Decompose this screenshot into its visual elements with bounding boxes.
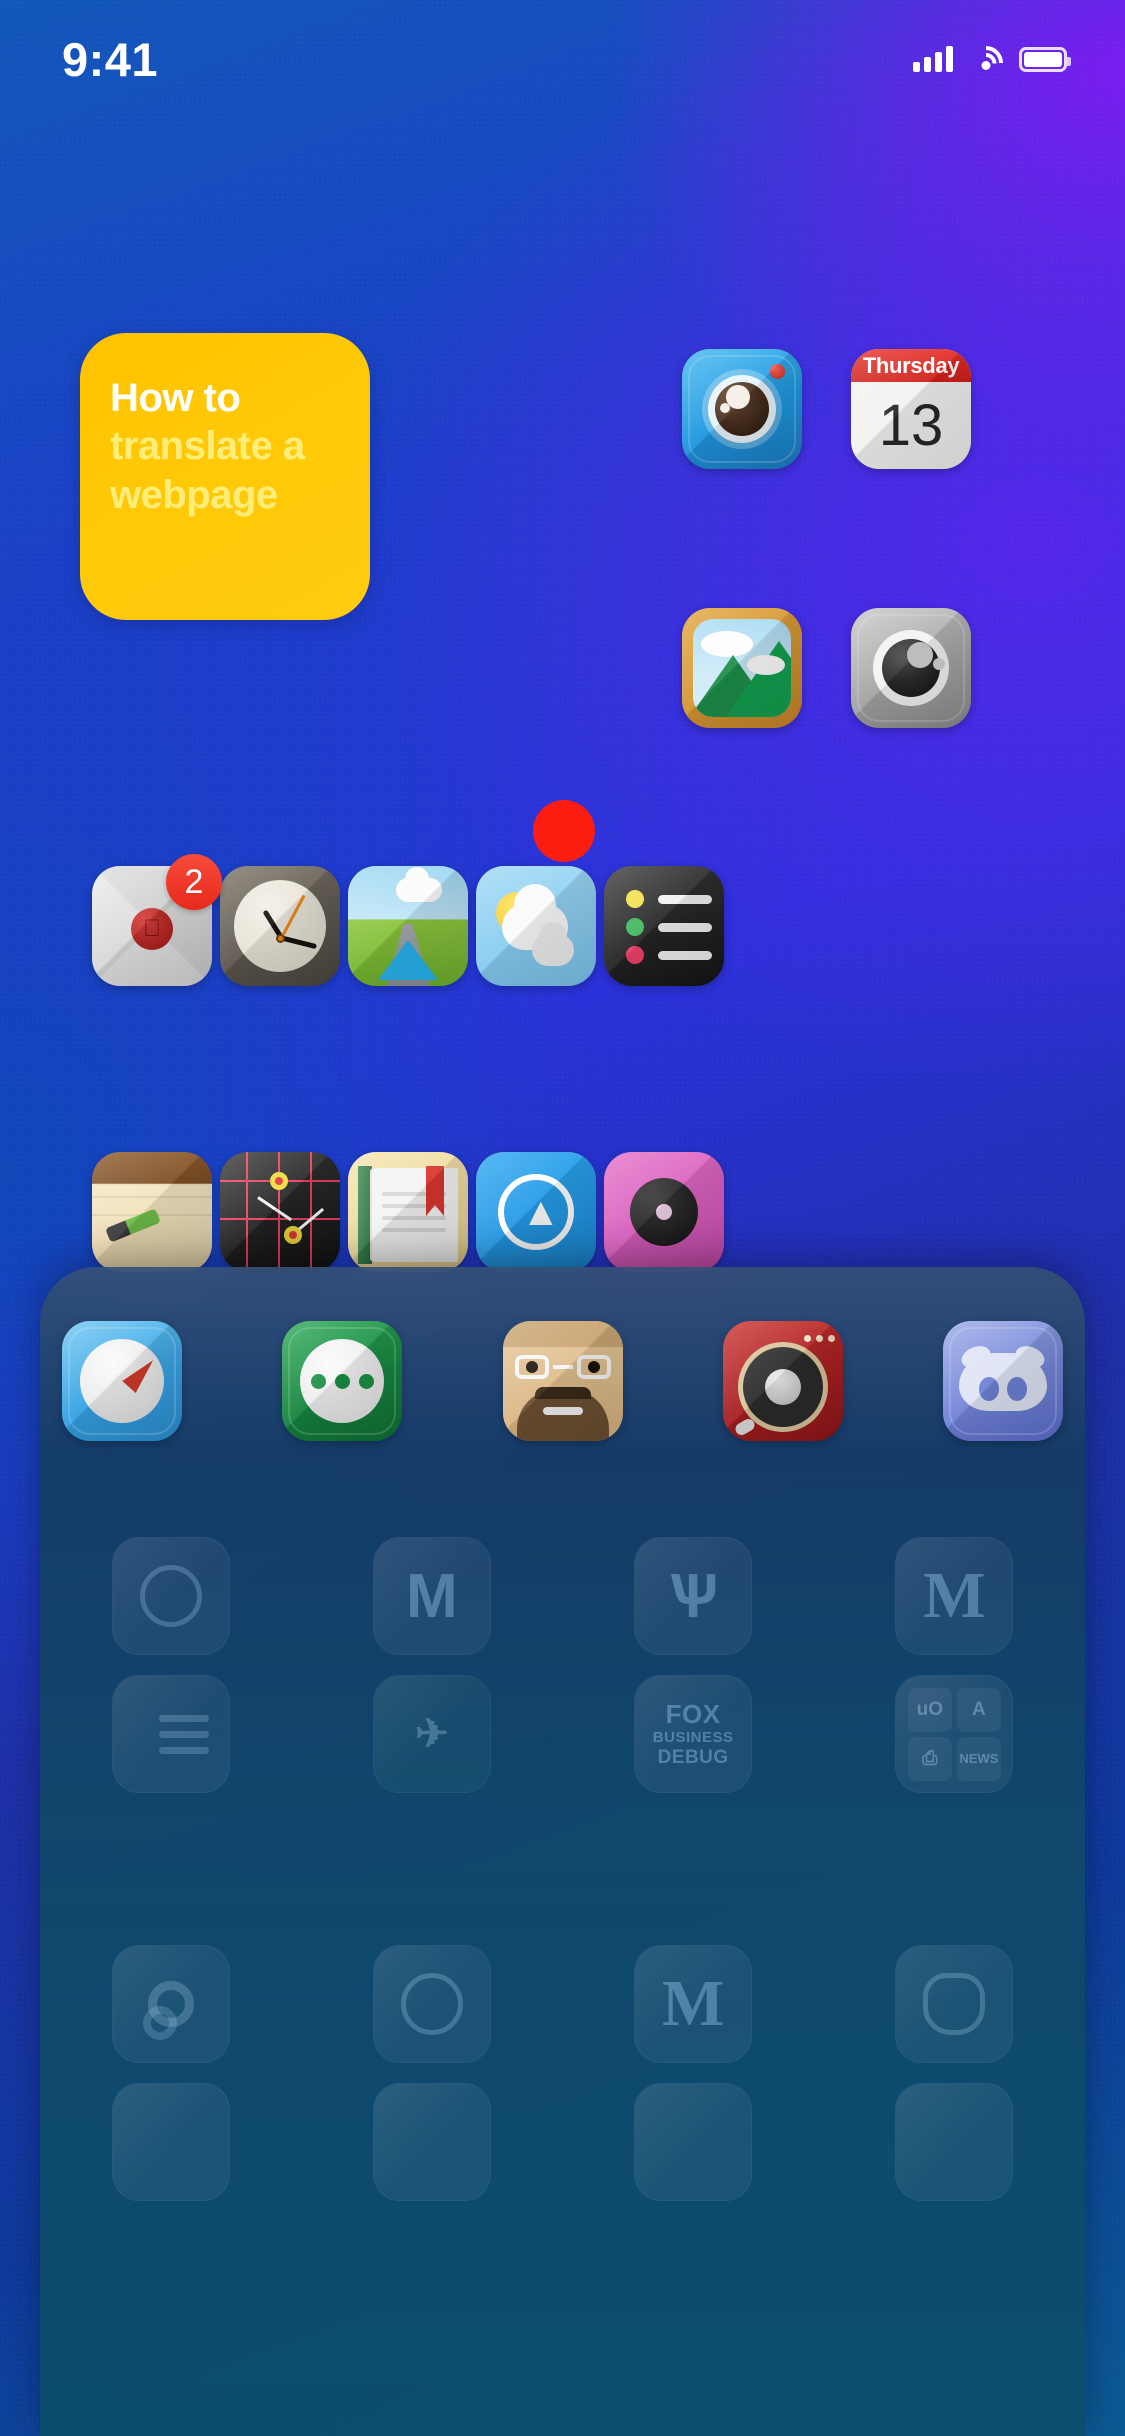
bg-app-row4-3[interactable] (634, 2083, 752, 2201)
bg-app-gmail[interactable]: M (373, 1537, 491, 1655)
bg-app-folder[interactable]: uO A ⎙ NEWS (895, 1675, 1013, 1793)
widget-line-2: translate a (110, 422, 342, 471)
app-icon-photos[interactable] (682, 608, 802, 728)
list-icon (133, 1706, 209, 1763)
app-icon-music-pink[interactable] (604, 1152, 724, 1272)
compass-icon (401, 1973, 463, 2035)
signal-bars-icon (913, 46, 953, 72)
gmail-icon: M (406, 1561, 458, 1632)
dock-item-music[interactable] (723, 1321, 843, 1441)
dock (40, 1321, 1085, 1451)
icon-edge (688, 355, 796, 463)
bg-app-fox-business[interactable]: FOX BUSINESS DEBUG (634, 1675, 752, 1793)
bg-app-news[interactable]: M (895, 1537, 1013, 1655)
folder-icon: uO A ⎙ NEWS (908, 1688, 1001, 1781)
pinterest-icon: Ѱ (668, 1561, 718, 1632)
bg-app-app-store[interactable] (112, 1537, 230, 1655)
app-icon-clock[interactable] (220, 866, 340, 986)
status-indicators (913, 46, 1067, 72)
app-icon-stocks[interactable] (220, 1152, 340, 1272)
icon-gloss (682, 608, 802, 728)
widget-line-3: webpage (110, 471, 342, 520)
icon-gloss (723, 1321, 843, 1441)
bg-row-2: ✈ FOX BUSINESS DEBUG uO A ⎙ NEWS (40, 1675, 1085, 1793)
lens-highlight-small (720, 403, 730, 413)
app-icon-mail[interactable]:  2 (92, 866, 212, 986)
folder-mini-4: NEWS (957, 1737, 1001, 1781)
dock-item-discord[interactable] (943, 1321, 1063, 1441)
icon-edge (68, 1327, 176, 1435)
icon-edge (949, 1327, 1057, 1435)
bg-app-row4-4[interactable] (895, 2083, 1013, 2201)
status-bar: 9:41 (0, 0, 1125, 118)
dock-item-contacts[interactable] (503, 1321, 623, 1441)
folder-mini-2: A (957, 1688, 1001, 1732)
app-icon-camera[interactable] (682, 349, 802, 469)
bg-app-news-2[interactable]: M (634, 1945, 752, 2063)
icon-edge (288, 1327, 396, 1435)
gear-icon (143, 2006, 177, 2040)
bg-app-row4-1[interactable] (112, 2083, 230, 2201)
icon-gloss (348, 866, 468, 986)
clock-icon (923, 1973, 985, 2035)
dock-panel: M Ѱ M ✈ FOX BUSINESS DEBUG uO A ⎙ N (40, 1267, 1085, 2436)
icon-gloss (476, 1152, 596, 1272)
app-icon-notes[interactable] (92, 1152, 212, 1272)
how-to-translate-widget[interactable]: How to translate a webpage (80, 333, 370, 620)
bg-app-row4-2[interactable] (373, 2083, 491, 2201)
lens-highlight-small (933, 658, 945, 670)
fox-business-line-1: FOX (666, 1701, 721, 1728)
touch-indicator (533, 800, 595, 862)
app-icon-reminders[interactable] (604, 866, 724, 986)
icon-gloss (348, 1152, 468, 1272)
newspaper-icon: M (923, 1558, 985, 1634)
app-icon-app-store[interactable]: ▲ (476, 1152, 596, 1272)
newspaper-icon: M (662, 1966, 724, 2042)
icon-gloss (604, 1152, 724, 1272)
bg-row-3: M (40, 1945, 1085, 2063)
bg-app-travel[interactable]: ✈ (373, 1675, 491, 1793)
folder-mini-1: uO (908, 1688, 952, 1732)
bg-app-clock[interactable] (895, 1945, 1013, 2063)
mail-badge: 2 (166, 854, 222, 910)
bg-row-1: M Ѱ M (40, 1537, 1085, 1655)
fox-business-line-3: DEBUG (658, 1748, 729, 1768)
dock-item-safari[interactable] (62, 1321, 182, 1441)
icon-edge (857, 614, 965, 722)
lens-highlight (907, 642, 933, 668)
icon-gloss (220, 866, 340, 986)
icon-gloss (851, 349, 971, 469)
folder-mini-3: ⎙ (908, 1737, 952, 1781)
app-icon-camera-gray[interactable] (851, 608, 971, 728)
bg-app-reminders[interactable] (112, 1675, 230, 1793)
battery-icon (1019, 47, 1067, 72)
icon-gloss (503, 1321, 623, 1441)
status-time: 9:41 (62, 36, 158, 83)
bg-app-settings[interactable] (112, 1945, 230, 2063)
icon-gloss (604, 866, 724, 986)
app-icon-ibooks[interactable] (348, 1152, 468, 1272)
fox-business-line-2: BUSINESS (653, 1730, 734, 1746)
bg-app-pinterest[interactable]: Ѱ (634, 1537, 752, 1655)
airplane-icon: ✈ (415, 1711, 449, 1757)
app-icon-maps[interactable] (348, 866, 468, 986)
dock-item-messages[interactable] (282, 1321, 402, 1441)
app-store-icon (140, 1565, 202, 1627)
wifi-icon (969, 46, 1003, 72)
icon-gloss (220, 1152, 340, 1272)
bg-row-4 (40, 2083, 1085, 2201)
app-icon-calendar[interactable]: Thursday 13 (851, 349, 971, 469)
icon-gloss (92, 1152, 212, 1272)
bg-app-compass[interactable] (373, 1945, 491, 2063)
icon-gloss (476, 866, 596, 986)
app-icon-weather[interactable] (476, 866, 596, 986)
widget-line-1: How to (110, 375, 342, 422)
